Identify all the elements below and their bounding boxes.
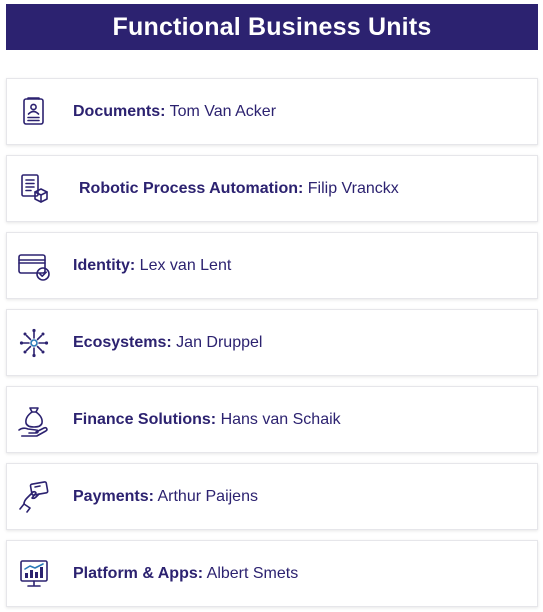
identity-card-check-icon xyxy=(17,249,51,283)
unit-card-robotic-process-automation[interactable]: Robotic Process Automation: Filip Vranck… xyxy=(6,155,538,222)
unit-card-platform-apps[interactable]: Platform & Apps: Albert Smets xyxy=(6,540,538,607)
card-payment-hand-icon xyxy=(17,480,51,514)
unit-lead: Filip Vranckx xyxy=(307,179,399,197)
unit-title: Platform & Apps: xyxy=(73,564,204,582)
unit-title: Finance Solutions: xyxy=(73,410,217,428)
money-bag-hand-icon xyxy=(17,403,51,437)
unit-title: Documents: xyxy=(73,102,166,120)
unit-label: Documents: Tom Van Acker xyxy=(73,103,276,121)
unit-card-payments[interactable]: Payments: Arthur Paijens xyxy=(6,463,538,530)
page-title-banner: Functional Business Units xyxy=(6,4,538,50)
unit-lead: Hans van Schaik xyxy=(220,410,341,428)
unit-card-ecosystems[interactable]: Ecosystems: Jan Druppel xyxy=(6,309,538,376)
dashboard-monitor-icon xyxy=(17,557,51,591)
unit-title: Identity: xyxy=(73,256,136,274)
unit-lead: Albert Smets xyxy=(206,564,299,582)
unit-title: Robotic Process Automation: xyxy=(79,179,304,197)
unit-label: Identity: Lex van Lent xyxy=(73,257,231,275)
unit-lead: Arthur Paijens xyxy=(157,487,258,505)
unit-card-finance-solutions[interactable]: Finance Solutions: Hans van Schaik xyxy=(6,386,538,453)
unit-label: Finance Solutions: Hans van Schaik xyxy=(73,411,341,429)
unit-lead: Tom Van Acker xyxy=(169,102,277,120)
unit-card-identity[interactable]: Identity: Lex van Lent xyxy=(6,232,538,299)
unit-label: Robotic Process Automation: Filip Vranck… xyxy=(79,180,399,198)
unit-label: Platform & Apps: Albert Smets xyxy=(73,565,298,583)
network-nodes-icon xyxy=(17,326,51,360)
unit-card-documents[interactable]: Documents: Tom Van Acker xyxy=(6,78,538,145)
page-title: Functional Business Units xyxy=(112,12,432,41)
unit-label: Payments: Arthur Paijens xyxy=(73,488,258,506)
document-icon xyxy=(17,95,51,129)
unit-lead: Jan Druppel xyxy=(176,333,263,351)
robotic-process-icon xyxy=(17,172,51,206)
unit-label: Ecosystems: Jan Druppel xyxy=(73,334,262,352)
unit-title: Payments: xyxy=(73,487,154,505)
unit-title: Ecosystems: xyxy=(73,333,172,351)
unit-lead: Lex van Lent xyxy=(139,256,232,274)
